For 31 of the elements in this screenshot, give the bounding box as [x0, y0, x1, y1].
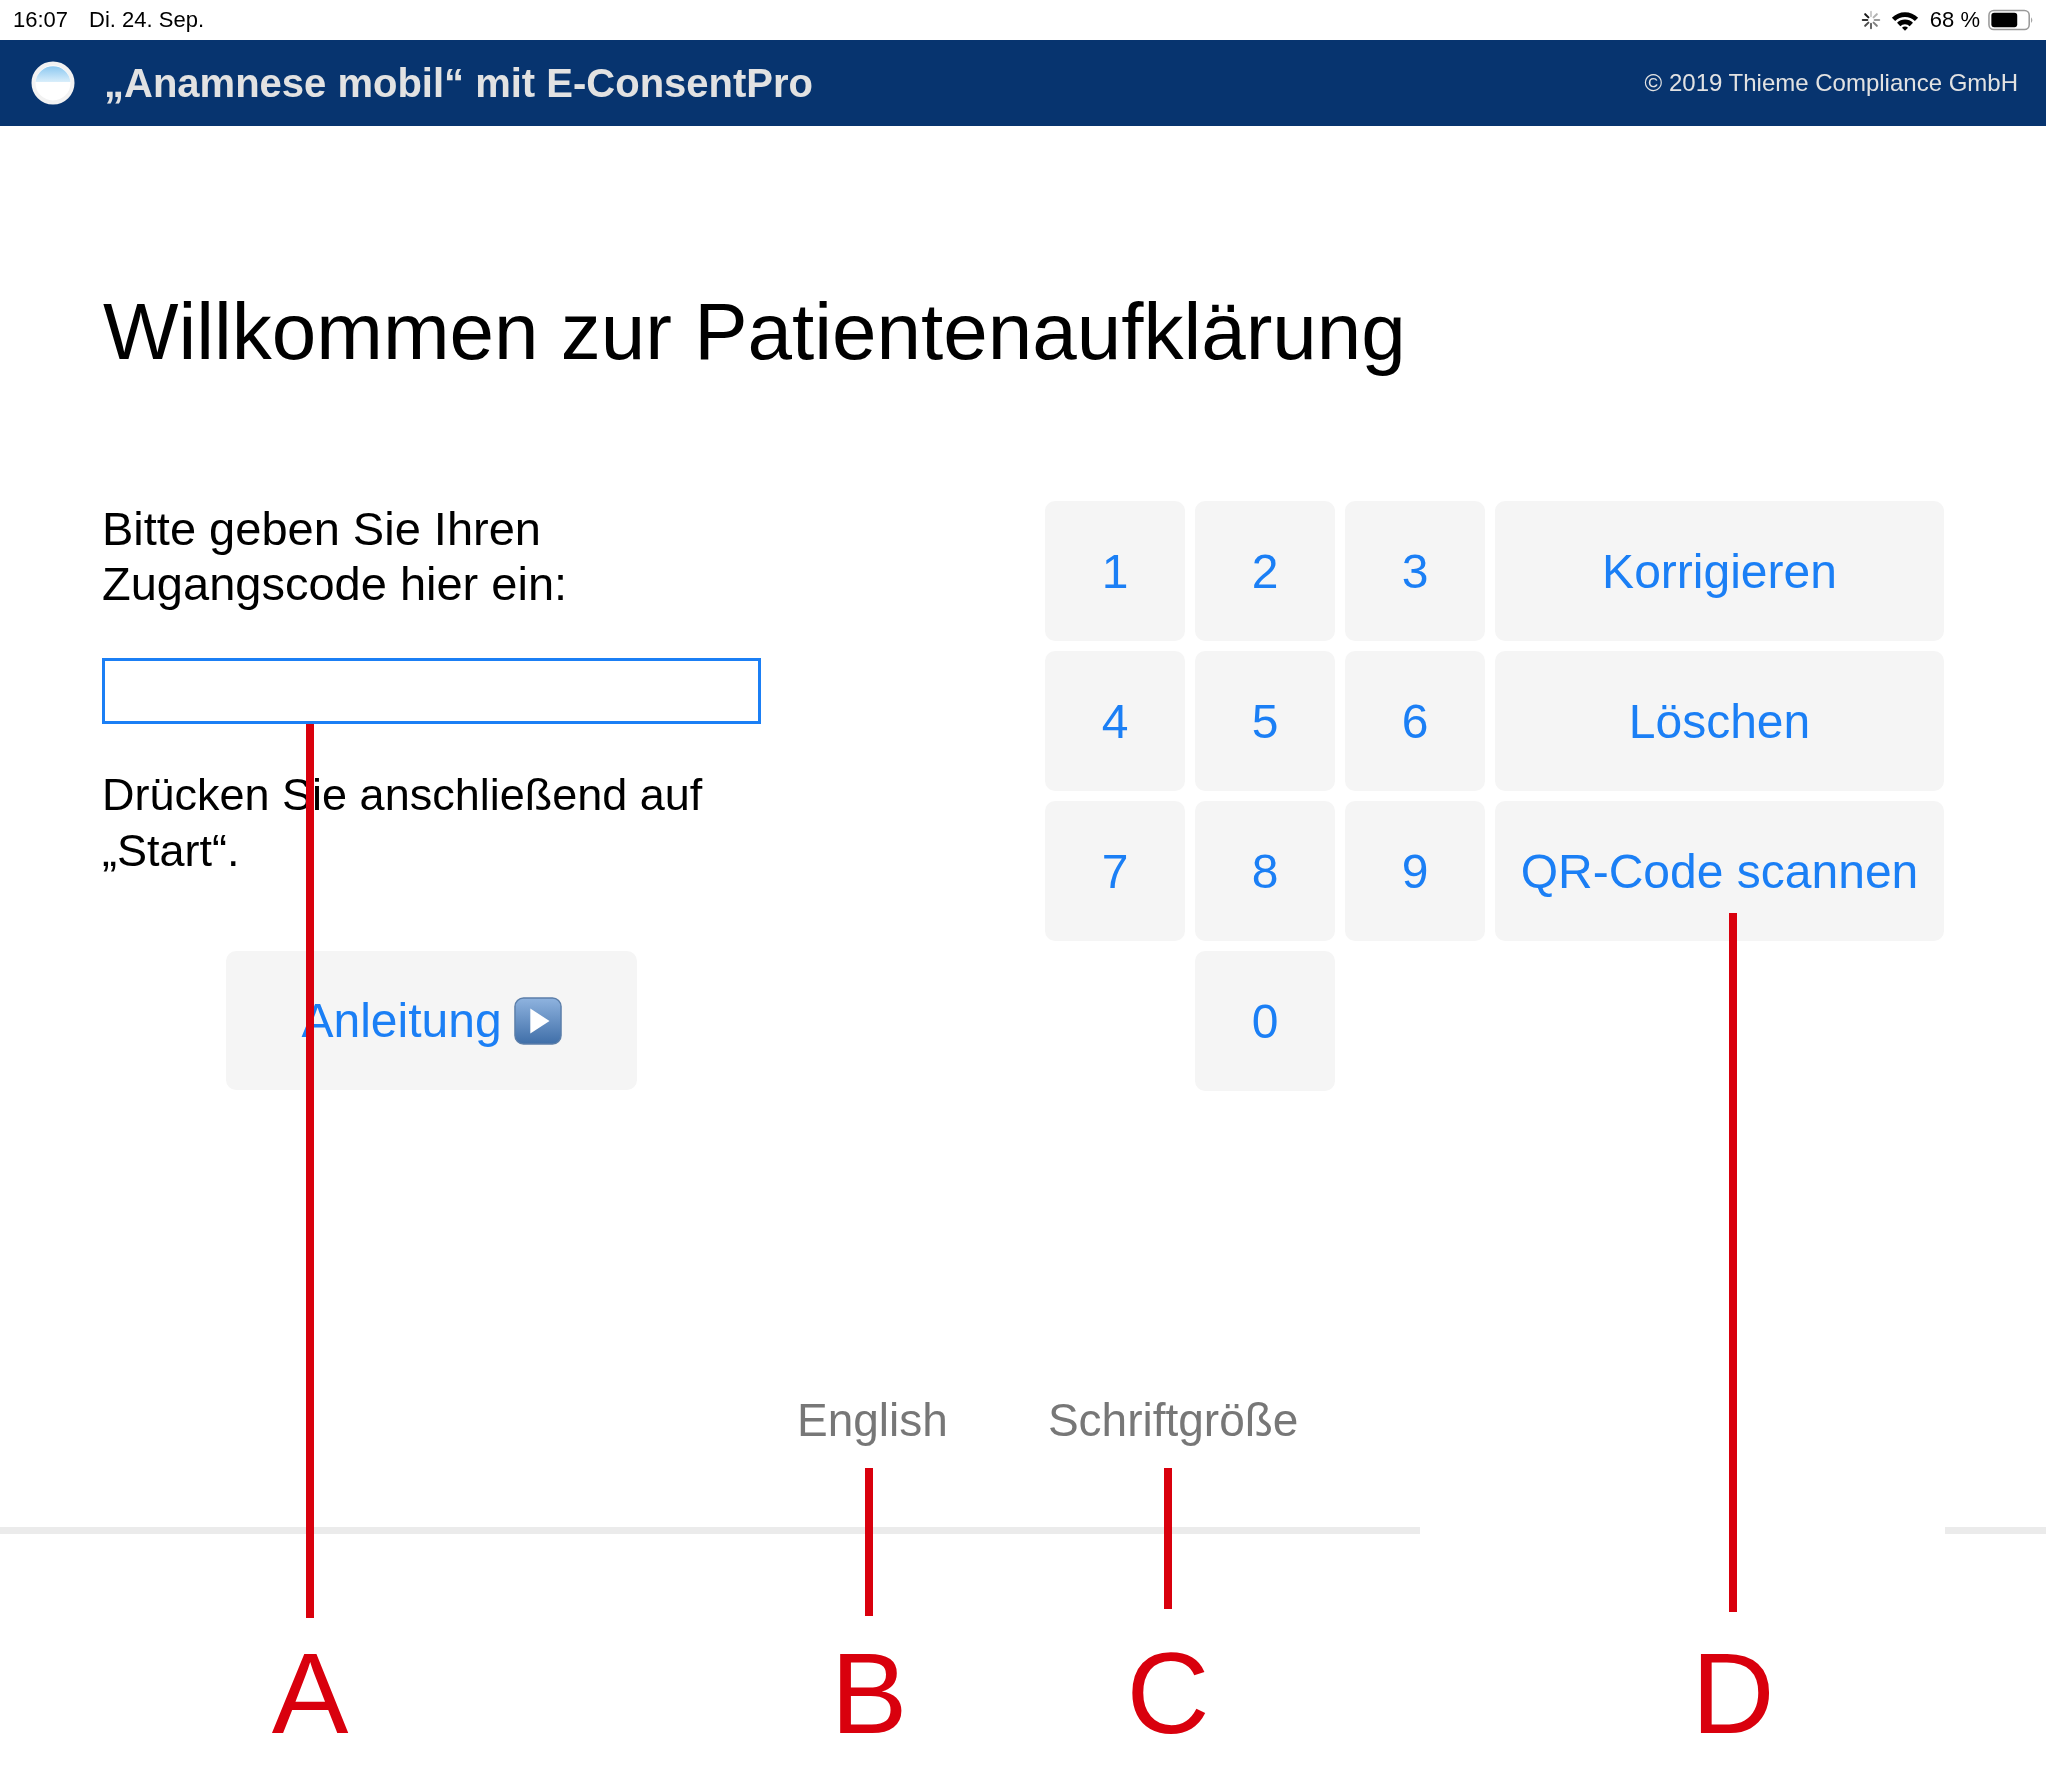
annotation-letter: C [1125, 1636, 1211, 1751]
footer-link[interactable]: English [797, 1392, 948, 1448]
digit-key[interactable]: 6 [1345, 651, 1485, 791]
annotation-letter: A [270, 1636, 350, 1751]
battery-percentage: 68 % [1929, 7, 1980, 33]
activity-spinner-icon [1859, 9, 1882, 31]
digit-key[interactable]: 1 [1045, 501, 1185, 641]
digit-key[interactable]: 8 [1195, 801, 1335, 941]
keypad-action-button[interactable]: QR-Code scannen [1495, 801, 1944, 941]
digit-key[interactable]: 3 [1345, 501, 1485, 641]
digit-key[interactable]: 5 [1195, 651, 1335, 791]
battery-icon [1988, 9, 2034, 31]
digit-key[interactable]: 4 [1045, 651, 1185, 791]
digit-key[interactable]: 7 [1045, 801, 1185, 941]
welcome-heading: Willkommen zur Patientenaufklärung [103, 286, 1406, 378]
keypad-action-button[interactable]: Löschen [1495, 651, 1944, 791]
footer-link[interactable]: Schriftgröße [1047, 1392, 1299, 1448]
access-code-prompt: Bitte geben Sie Ihren Zugangscode hier ein: [102, 501, 569, 611]
digit-key[interactable]: 2 [1195, 501, 1335, 641]
digit-key[interactable]: 0 [1195, 951, 1335, 1091]
status-time: 16:07 [13, 7, 69, 33]
logo-icon [31, 61, 75, 105]
annotation-letter: D [1690, 1636, 1776, 1751]
digit-key[interactable]: 9 [1345, 801, 1485, 941]
status-date: Di. 24. Sep. [89, 7, 204, 33]
play-icon [513, 996, 562, 1045]
annotation-letter: B [829, 1636, 909, 1751]
copyright-text: © 2019 Thieme Compliance GmbH [1644, 69, 2018, 97]
keypad-action-button[interactable]: Korrigieren [1495, 501, 1944, 641]
app-title: „Anamnese mobil“ mit E-ConsentPro [104, 60, 813, 106]
access-code-input-field[interactable] [102, 658, 761, 724]
